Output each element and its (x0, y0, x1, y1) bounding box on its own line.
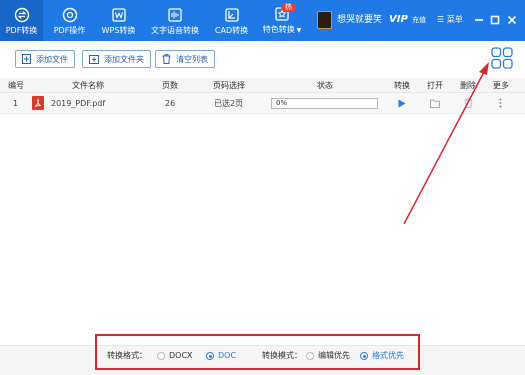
option-doc[interactable]: DOC (218, 349, 236, 363)
radio-docx[interactable] (157, 352, 165, 360)
option-edit-first[interactable]: 编辑优先 (318, 349, 350, 363)
option-docx[interactable]: DOCX (169, 349, 193, 363)
format-label: 转换格式： (107, 351, 147, 360)
radio-edit-first[interactable] (306, 352, 314, 360)
radio-format-first[interactable] (360, 352, 368, 360)
option-format-first[interactable]: 格式优先 (372, 349, 404, 363)
radio-doc[interactable] (206, 352, 214, 360)
annotation-arrow (403, 62, 489, 225)
mode-label: 转换模式： (262, 351, 302, 360)
